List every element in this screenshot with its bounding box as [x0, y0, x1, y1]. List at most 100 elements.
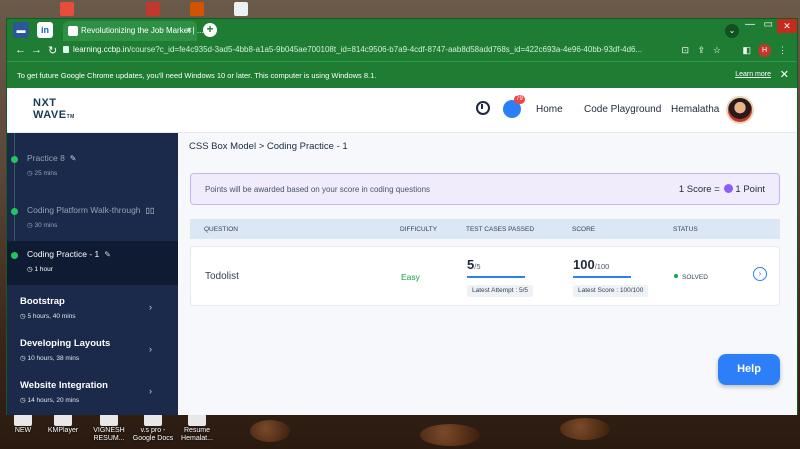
document-icon — [100, 414, 118, 426]
share-icon[interactable]: ⇪ — [697, 45, 705, 56]
chevron-down-icon: ⌄ — [728, 26, 736, 35]
desktop-top-icons — [0, 0, 800, 18]
sidebar-item-coding-practice-1[interactable]: Coding Practice - 1 ✎ ◷ 1 hour — [7, 241, 178, 285]
minimize-icon: — — [745, 19, 755, 30]
pencil-icon: ✎ — [104, 250, 111, 259]
sidebar-item-duration: 30 mins — [34, 222, 58, 229]
column-difficulty: DIFFICULTY — [400, 226, 438, 233]
tab-search-button[interactable]: ⌄ — [725, 24, 739, 38]
desktop-icon-vignesh-resume[interactable]: VIGNESH RESUM... — [86, 414, 132, 443]
address-bar: ← → ↻ learning.ccbp.in/course?c_id=fe4c9… — [7, 41, 797, 61]
module-duration: 10 hours, 38 mins — [27, 355, 80, 362]
module-bootstrap[interactable]: Bootstrap ◷ 5 hours, 40 mins › — [7, 288, 178, 330]
desktop-icon-kmplayer[interactable]: KMPlayer — [40, 414, 86, 435]
window-close-button[interactable]: ✕ — [777, 19, 797, 33]
module-website-integration[interactable]: Website Integration ◷ 14 hours, 20 mins … — [7, 372, 178, 414]
stopwatch-icon[interactable] — [476, 101, 490, 115]
sidebar-item-duration: 25 mins — [34, 170, 58, 177]
doc-desktop-icon[interactable] — [234, 2, 248, 16]
points-info-banner: Points will be awarded based on your sco… — [190, 173, 780, 205]
pdf-desktop-icon[interactable] — [146, 2, 160, 16]
url-field[interactable]: learning.ccbp.in/course?c_id=fe4c935d-3a… — [73, 45, 673, 54]
lock-icon[interactable] — [63, 46, 69, 53]
desktop-icon-resume-hemalatha[interactable]: Resume Hemalat... — [174, 414, 220, 443]
logo-line-1: NXT — [33, 97, 57, 109]
sidebar-item-practice-8[interactable]: Practice 8 ✎ ◷ 25 mins — [7, 149, 178, 193]
completed-check-icon — [11, 208, 18, 215]
tab-close-button[interactable]: × — [187, 25, 192, 35]
profile-avatar[interactable]: H — [758, 44, 771, 57]
maximize-icon: ▭ — [763, 19, 773, 30]
points-rule-right: 1 Point — [735, 184, 765, 195]
ppt-desktop-icon[interactable] — [190, 2, 204, 16]
forward-arrow-icon[interactable]: → — [31, 44, 42, 56]
module-developing-layouts[interactable]: Developing Layouts ◷ 10 hours, 38 mins › — [7, 330, 178, 372]
chrome-desktop-icon[interactable] — [60, 2, 74, 16]
desktop-icons-row: NEW KMPlayer VIGNESH RESUM... v.s pro - … — [0, 414, 800, 449]
tab-linkedin[interactable]: in — [37, 22, 53, 38]
more-menu-icon[interactable]: ⋮ — [778, 45, 787, 56]
desktop-icon-label: KMPlayer — [47, 427, 79, 434]
user-name[interactable]: Hemalatha — [671, 104, 719, 115]
nav-code-playground-link[interactable]: Code Playground — [584, 104, 661, 115]
test-cases-progress-bar — [467, 276, 525, 278]
side-panel-icon[interactable]: ◧ — [742, 45, 751, 56]
sidebar-item-coding-platform-walkthrough[interactable]: Coding Platform Walk-through ▯▯ ◷ 30 mins — [7, 201, 178, 245]
question-name[interactable]: Todolist — [205, 271, 239, 282]
score-total: /100 — [594, 262, 610, 271]
back-arrow-icon[interactable]: ← — [15, 44, 26, 56]
user-avatar[interactable] — [726, 96, 754, 124]
minimize-button[interactable]: — — [745, 19, 755, 30]
chat-icon[interactable]: 79 — [503, 95, 525, 118]
bookmark-star-icon[interactable]: ☆ — [713, 45, 721, 56]
sidebar-item-title: Practice 8 — [27, 153, 65, 163]
nxtwave-logo[interactable]: NXT WAVETM — [33, 97, 83, 123]
column-score: SCORE — [572, 226, 596, 233]
logo-line-2: WAVE — [33, 109, 67, 121]
tab-pinned-1[interactable]: ▬ — [13, 22, 29, 38]
tab-active[interactable]: Revolutionizing the Job Market | ... × — [63, 21, 204, 41]
close-icon: ✕ — [783, 21, 791, 31]
reload-icon[interactable]: ↻ — [48, 44, 57, 57]
kmplayer-icon — [54, 414, 72, 426]
module-title: Bootstrap — [20, 296, 65, 307]
score-count: 100 — [573, 257, 595, 272]
sidebar-item-title: Coding Practice - 1 — [27, 249, 100, 259]
infobar-close-button[interactable]: ✕ — [780, 68, 789, 81]
difficulty-value: Easy — [401, 272, 420, 282]
chevron-right-icon: › — [149, 344, 152, 354]
module-duration: 5 hours, 40 mins — [27, 313, 76, 320]
chevron-right-icon: › — [149, 386, 152, 396]
course-sidebar: Practice 8 ✎ ◷ 25 mins Coding Platform Wa… — [7, 133, 178, 415]
score-progress-bar — [573, 276, 631, 278]
maximize-button[interactable]: ▭ — [764, 19, 773, 30]
desktop-icon-label: v.s pro - Google Docs — [132, 427, 174, 442]
new-tab-button[interactable]: + — [203, 23, 217, 37]
help-button[interactable]: Help — [718, 354, 780, 385]
install-app-icon[interactable]: ⊡ — [681, 45, 689, 56]
passed-total: /5 — [474, 262, 481, 271]
chevron-right-icon: › — [149, 302, 152, 312]
desktop-icon-label: VIGNESH RESUM... — [93, 427, 125, 442]
breadcrumb[interactable]: CSS Box Model > Coding Practice - 1 — [189, 141, 348, 152]
nav-home-link[interactable]: Home — [536, 104, 563, 115]
linkedin-icon: in — [41, 25, 49, 35]
learn-more-link[interactable]: Learn more — [735, 71, 771, 78]
latest-score-pill: Latest Score : 100/100 — [573, 285, 649, 297]
module-duration: 14 hours, 20 mins — [27, 397, 80, 404]
table-row[interactable]: Todolist Easy 5/5 Latest Attempt : 5/5 1… — [190, 246, 780, 306]
latest-attempt-pill: Latest Attempt : 5/5 — [467, 285, 534, 297]
coin-icon — [724, 184, 734, 193]
column-status: STATUS — [673, 226, 698, 233]
url-path: /course?c_id=fe4c935d-3ad5-4bb8-a1a5-9b0… — [129, 45, 643, 54]
arrow-right-circle-icon[interactable]: › — [753, 267, 767, 281]
status-text: SOLVED — [682, 274, 708, 281]
points-note: Points will be awarded based on your sco… — [205, 185, 431, 194]
browser-window: ▬ in Revolutionizing the Job Market | ..… — [6, 18, 798, 415]
main-content: CSS Box Model > Coding Practice - 1 Poin… — [178, 133, 797, 415]
chat-badge: 79 — [514, 95, 525, 104]
desktop-icon-label: Resume Hemalat... — [181, 427, 213, 442]
document-icon — [188, 414, 206, 426]
sidebar-item-duration: 1 hour — [34, 266, 53, 273]
desktop-icon-google-docs[interactable]: v.s pro - Google Docs — [130, 414, 176, 443]
